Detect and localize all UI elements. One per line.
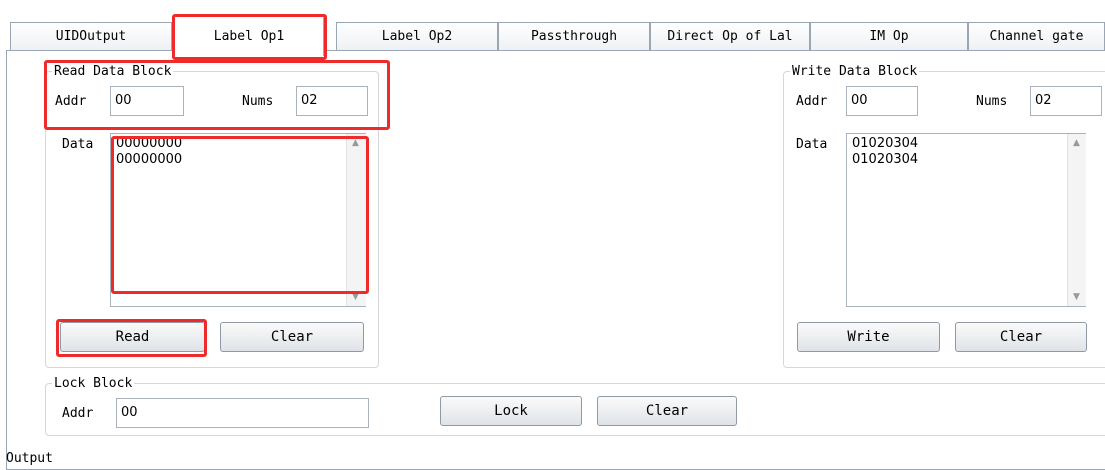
write-nums-input[interactable]: 02: [1030, 86, 1102, 116]
read-block-title: Read Data Block: [52, 64, 174, 79]
write-data-label: Data: [796, 137, 828, 152]
scroll-up-icon[interactable]: ▲: [1073, 138, 1080, 148]
tab-channel-gate[interactable]: Channel gate: [968, 22, 1105, 50]
lock-clear-button[interactable]: Clear: [597, 396, 737, 426]
write-button[interactable]: Write: [797, 322, 940, 352]
read-nums-input[interactable]: 02: [296, 86, 368, 116]
lock-block-title: Lock Block: [52, 376, 135, 391]
lock-addr-label: Addr: [62, 406, 94, 421]
tab-label-op2[interactable]: Label Op2: [336, 22, 498, 50]
read-addr-label: Addr: [55, 94, 87, 109]
write-data-scrollbar[interactable]: ▲ ▼: [1067, 134, 1086, 306]
tab-im-op[interactable]: IM Op: [810, 22, 968, 50]
write-nums-label: Nums: [976, 94, 1008, 109]
read-data-label: Data: [62, 137, 94, 152]
scroll-up-icon[interactable]: ▲: [352, 138, 359, 148]
tab-uidoutput[interactable]: UIDOutput: [10, 22, 172, 50]
read-data-textarea[interactable]: 00000000 00000000: [110, 133, 366, 307]
read-button[interactable]: Read: [60, 322, 205, 352]
read-clear-button[interactable]: Clear: [220, 322, 364, 352]
tab-passthrough[interactable]: Passthrough: [498, 22, 650, 50]
lock-button[interactable]: Lock: [440, 396, 582, 426]
read-nums-label: Nums: [242, 94, 274, 109]
write-addr-label: Addr: [796, 94, 828, 109]
tab-label-op1[interactable]: Label Op1: [174, 16, 324, 56]
write-data-textarea[interactable]: 01020304 01020304: [846, 133, 1086, 307]
write-block-title: Write Data Block: [790, 64, 920, 79]
write-addr-input[interactable]: 00: [846, 86, 918, 116]
scroll-down-icon[interactable]: ▼: [352, 292, 359, 302]
output-title: Output: [6, 451, 53, 466]
read-data-scrollbar[interactable]: ▲ ▼: [346, 134, 366, 306]
tab-direct-op[interactable]: Direct Op of Lal: [650, 22, 810, 50]
read-addr-input[interactable]: 00: [110, 86, 184, 116]
write-clear-button[interactable]: Clear: [955, 322, 1087, 352]
scroll-down-icon[interactable]: ▼: [1073, 292, 1080, 302]
lock-addr-input[interactable]: 00: [116, 398, 369, 428]
